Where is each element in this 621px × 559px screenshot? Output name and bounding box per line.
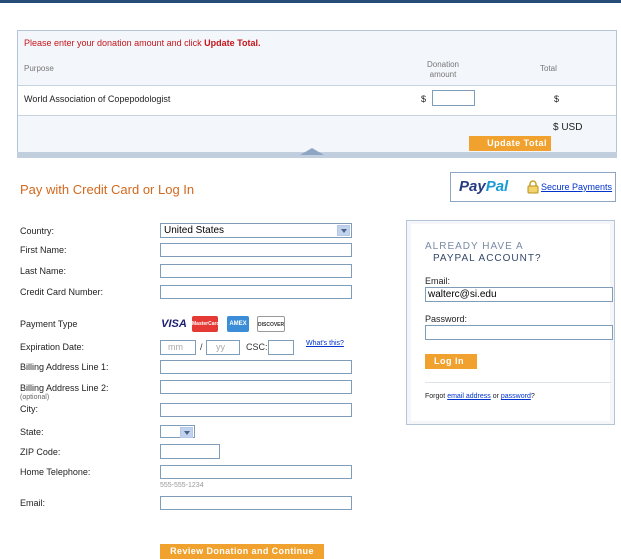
chevron-down-icon[interactable] bbox=[180, 427, 193, 438]
donation-panel: Please enter your donation amount and cl… bbox=[17, 30, 617, 154]
login-password-input[interactable] bbox=[425, 325, 613, 340]
column-total: Total bbox=[540, 64, 557, 73]
payment-type-label: Payment Type bbox=[20, 319, 78, 329]
login-heading-line1: ALREADY HAVE A bbox=[425, 241, 524, 252]
review-continue-button[interactable]: Review Donation and Continue bbox=[160, 544, 324, 559]
amount-currency: $ bbox=[421, 94, 427, 104]
mastercard-card-icon: MasterCard bbox=[192, 316, 220, 332]
donation-notice: Please enter your donation amount and cl… bbox=[24, 38, 260, 48]
billing-line2-optional: (optional) bbox=[20, 394, 50, 401]
billing-line2-label: Billing Address Line 2: bbox=[20, 383, 109, 393]
billing-line1-input[interactable] bbox=[160, 360, 352, 374]
row-total: $ bbox=[554, 94, 560, 104]
country-label: Country: bbox=[20, 226, 55, 236]
donation-amount-input[interactable] bbox=[432, 90, 475, 106]
email-input[interactable] bbox=[160, 496, 352, 510]
update-total-button[interactable]: Update Total bbox=[469, 136, 551, 151]
state-label: State: bbox=[20, 427, 44, 437]
forgot-suffix: ? bbox=[530, 393, 535, 400]
discover-card-icon: DISCOVER bbox=[257, 316, 285, 332]
forgot-text: Forgot email address or password? bbox=[425, 393, 535, 400]
chevron-down-icon[interactable] bbox=[337, 225, 350, 236]
column-donation-amount: Donation amount bbox=[426, 60, 460, 79]
phone-hint: 555-555-1234 bbox=[160, 482, 204, 489]
forgot-email-link[interactable]: email address bbox=[447, 393, 491, 400]
city-label: City: bbox=[20, 404, 38, 414]
login-email-input[interactable]: walterc@si.edu bbox=[425, 287, 613, 302]
exp-separator: / bbox=[200, 342, 203, 352]
organization-name: World Association of Copepodologist bbox=[24, 94, 171, 104]
last-name-input[interactable] bbox=[160, 264, 352, 278]
last-name-label: Last Name: bbox=[20, 266, 67, 276]
top-bar bbox=[0, 0, 621, 14]
column-purpose: Purpose bbox=[24, 64, 54, 73]
amex-card-icon: AMEX bbox=[227, 316, 249, 332]
paypal-login-box: ALREADY HAVE A PAYPAL ACCOUNT? Email: wa… bbox=[406, 220, 615, 425]
country-select[interactable]: United States bbox=[160, 223, 352, 238]
card-number-label: Credit Card Number: bbox=[20, 287, 104, 297]
first-name-label: First Name: bbox=[20, 245, 67, 255]
page-title: Pay with Credit Card or Log In bbox=[20, 182, 195, 197]
secure-payments-link[interactable]: Secure Payments bbox=[541, 182, 612, 192]
login-button[interactable]: Log In bbox=[425, 354, 477, 369]
zip-input[interactable] bbox=[160, 444, 220, 459]
exp-year-input[interactable]: yy bbox=[206, 340, 240, 355]
divider bbox=[18, 115, 616, 116]
phone-label: Home Telephone: bbox=[20, 467, 91, 477]
login-heading-line2: PAYPAL ACCOUNT? bbox=[433, 253, 542, 264]
city-input[interactable] bbox=[160, 403, 352, 417]
notice-text: Please enter your donation amount and cl… bbox=[24, 38, 205, 48]
paypal-logo: PayPal bbox=[459, 178, 508, 195]
visa-card-icon: VISA bbox=[160, 316, 188, 332]
phone-input[interactable] bbox=[160, 465, 352, 479]
state-select[interactable] bbox=[160, 425, 195, 438]
card-number-input[interactable] bbox=[160, 285, 352, 299]
exp-month-input[interactable]: mm bbox=[160, 340, 196, 355]
csc-label: CSC: bbox=[246, 342, 268, 352]
zip-label: ZIP Code: bbox=[20, 447, 61, 457]
login-heading: ALREADY HAVE A PAYPAL ACCOUNT? bbox=[425, 241, 542, 265]
paypal-header-box: PayPal Secure Payments bbox=[450, 172, 616, 202]
email-label: Email: bbox=[20, 498, 46, 508]
logo-pay-text: Pay bbox=[459, 178, 486, 195]
divider bbox=[425, 382, 611, 383]
forgot-prefix: Forgot bbox=[425, 393, 448, 400]
login-email-label: Email: bbox=[425, 276, 451, 286]
logo-pal-text: Pal bbox=[485, 178, 509, 195]
forgot-password-link[interactable]: password bbox=[501, 393, 531, 400]
whats-this-link[interactable]: What's this? bbox=[306, 340, 344, 347]
csc-input[interactable] bbox=[268, 340, 294, 355]
billing-line2-input[interactable] bbox=[160, 380, 352, 394]
billing-line1-label: Billing Address Line 1: bbox=[20, 362, 109, 372]
grand-total: $ USD bbox=[553, 122, 583, 133]
collapse-arrow-icon[interactable] bbox=[300, 148, 324, 155]
login-panel: ALREADY HAVE A PAYPAL ACCOUNT? Email: wa… bbox=[411, 224, 613, 421]
login-password-label: Password: bbox=[425, 314, 468, 324]
expiration-label: Expiration Date: bbox=[20, 342, 85, 352]
first-name-input[interactable] bbox=[160, 243, 352, 257]
notice-bold-text: Update Total. bbox=[204, 38, 261, 48]
lock-icon bbox=[527, 180, 539, 194]
country-value: United States bbox=[164, 225, 225, 236]
forgot-or: or bbox=[490, 393, 501, 400]
